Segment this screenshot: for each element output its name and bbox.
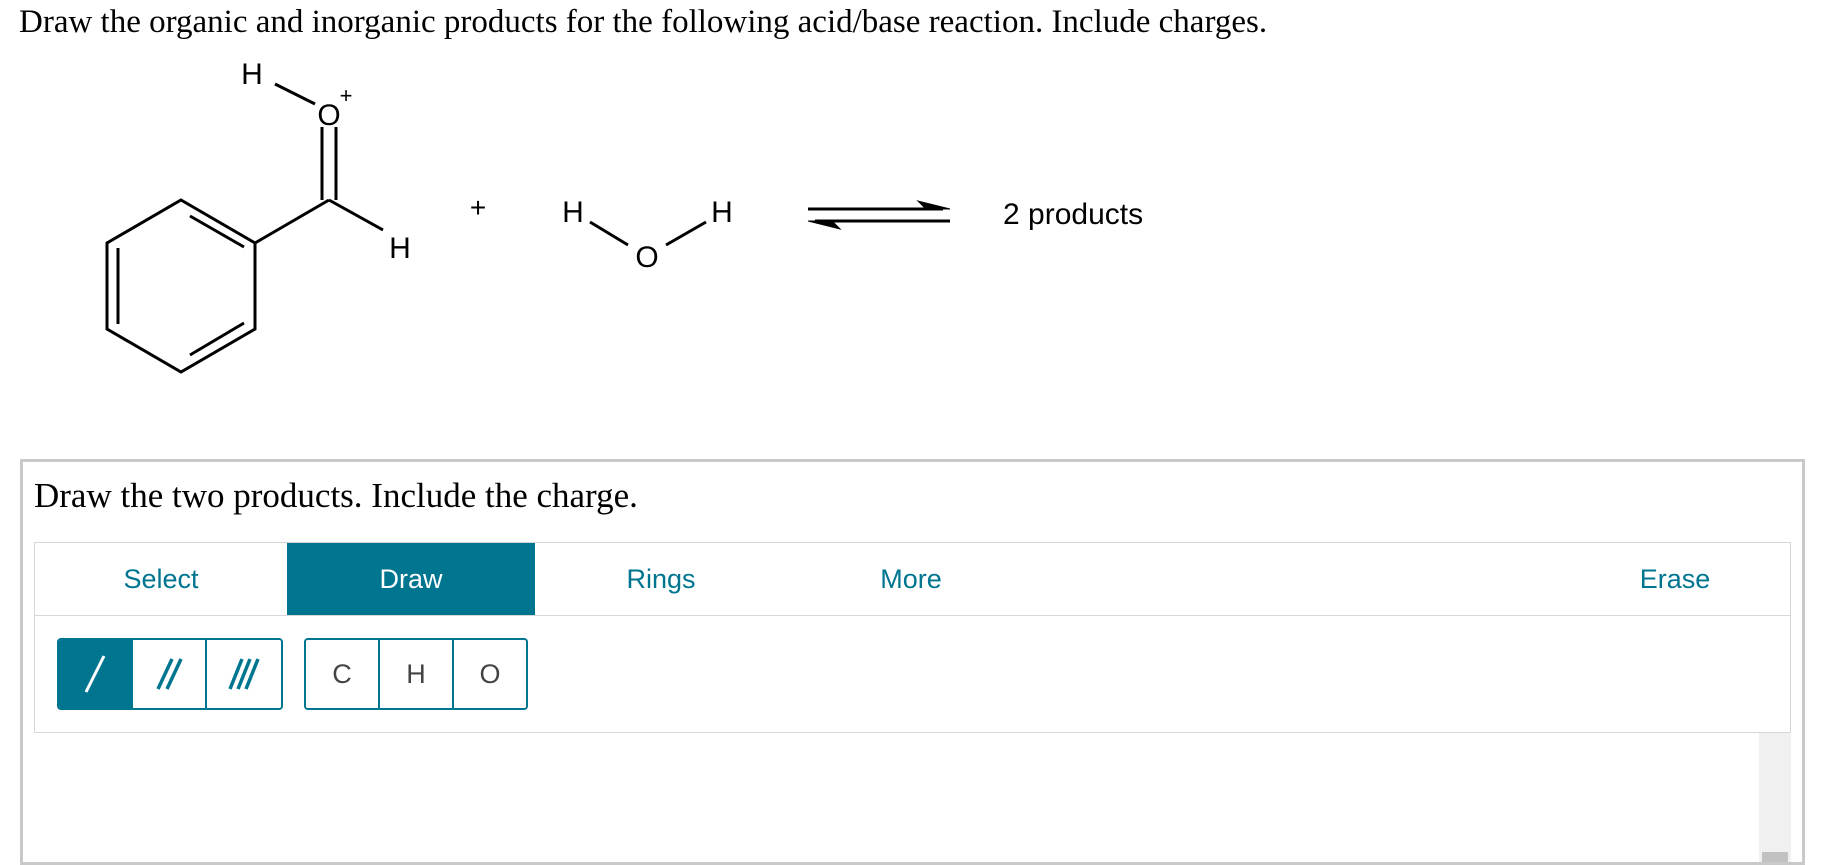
bond-tool-group	[57, 638, 283, 710]
atom-carbon-button[interactable]: C	[306, 640, 380, 708]
plus-sign: +	[470, 192, 486, 223]
tab-more[interactable]: More	[787, 543, 1035, 615]
atom-oxygen-button[interactable]: O	[454, 640, 526, 708]
tab-select[interactable]: Select	[35, 543, 287, 615]
oxonium-oxygen: O	[317, 99, 340, 132]
tool-row: C H O	[34, 616, 1791, 733]
ring-carbon-bond	[254, 198, 330, 245]
single-bond-button[interactable]	[59, 640, 134, 708]
tab-draw[interactable]: Draw	[287, 543, 535, 615]
benzene-ring	[105, 198, 257, 374]
drawing-canvas[interactable]	[34, 733, 1791, 862]
aldehyde-hydrogen: H	[389, 232, 411, 265]
tab-erase[interactable]: Erase	[1575, 543, 1775, 615]
double-bond-button[interactable]	[133, 640, 208, 708]
equilibrium-arrow	[807, 200, 951, 230]
answer-panel: Draw the two products. Include the charg…	[20, 459, 1805, 865]
tab-rings[interactable]: Rings	[535, 543, 787, 615]
water-hydrogen-left: H	[562, 196, 584, 229]
products-label: 2 products	[1003, 198, 1143, 231]
triple-bond-button[interactable]	[207, 640, 281, 708]
aldehyde-h-bond	[328, 198, 384, 232]
oxonium-h-bond	[274, 82, 316, 106]
benzene-outline	[105, 198, 257, 374]
triple-bond-icon	[228, 658, 260, 690]
water-hydrogen-right: H	[711, 196, 733, 229]
question-text: Draw the organic and inorganic products …	[19, 4, 1268, 40]
double-bond-icon	[156, 658, 183, 690]
water-bond-left	[589, 220, 629, 247]
atom-tool-group: C H O	[304, 638, 528, 710]
oxonium-hydrogen: H	[241, 58, 263, 91]
water-bond-right	[665, 220, 707, 247]
vertical-scrollbar[interactable]	[1759, 733, 1791, 862]
positive-charge: +	[340, 83, 353, 108]
atom-hydrogen-button[interactable]: H	[380, 640, 454, 708]
editor-toolbar: Select Draw Rings More Erase	[34, 542, 1791, 616]
panel-prompt: Draw the two products. Include the charg…	[34, 476, 638, 515]
scrollbar-thumb[interactable]	[1762, 852, 1788, 862]
water-oxygen: O	[635, 241, 658, 274]
reaction-scheme: O + H H + H O H 2 products	[105, 58, 1143, 374]
single-bond-icon	[84, 655, 106, 693]
